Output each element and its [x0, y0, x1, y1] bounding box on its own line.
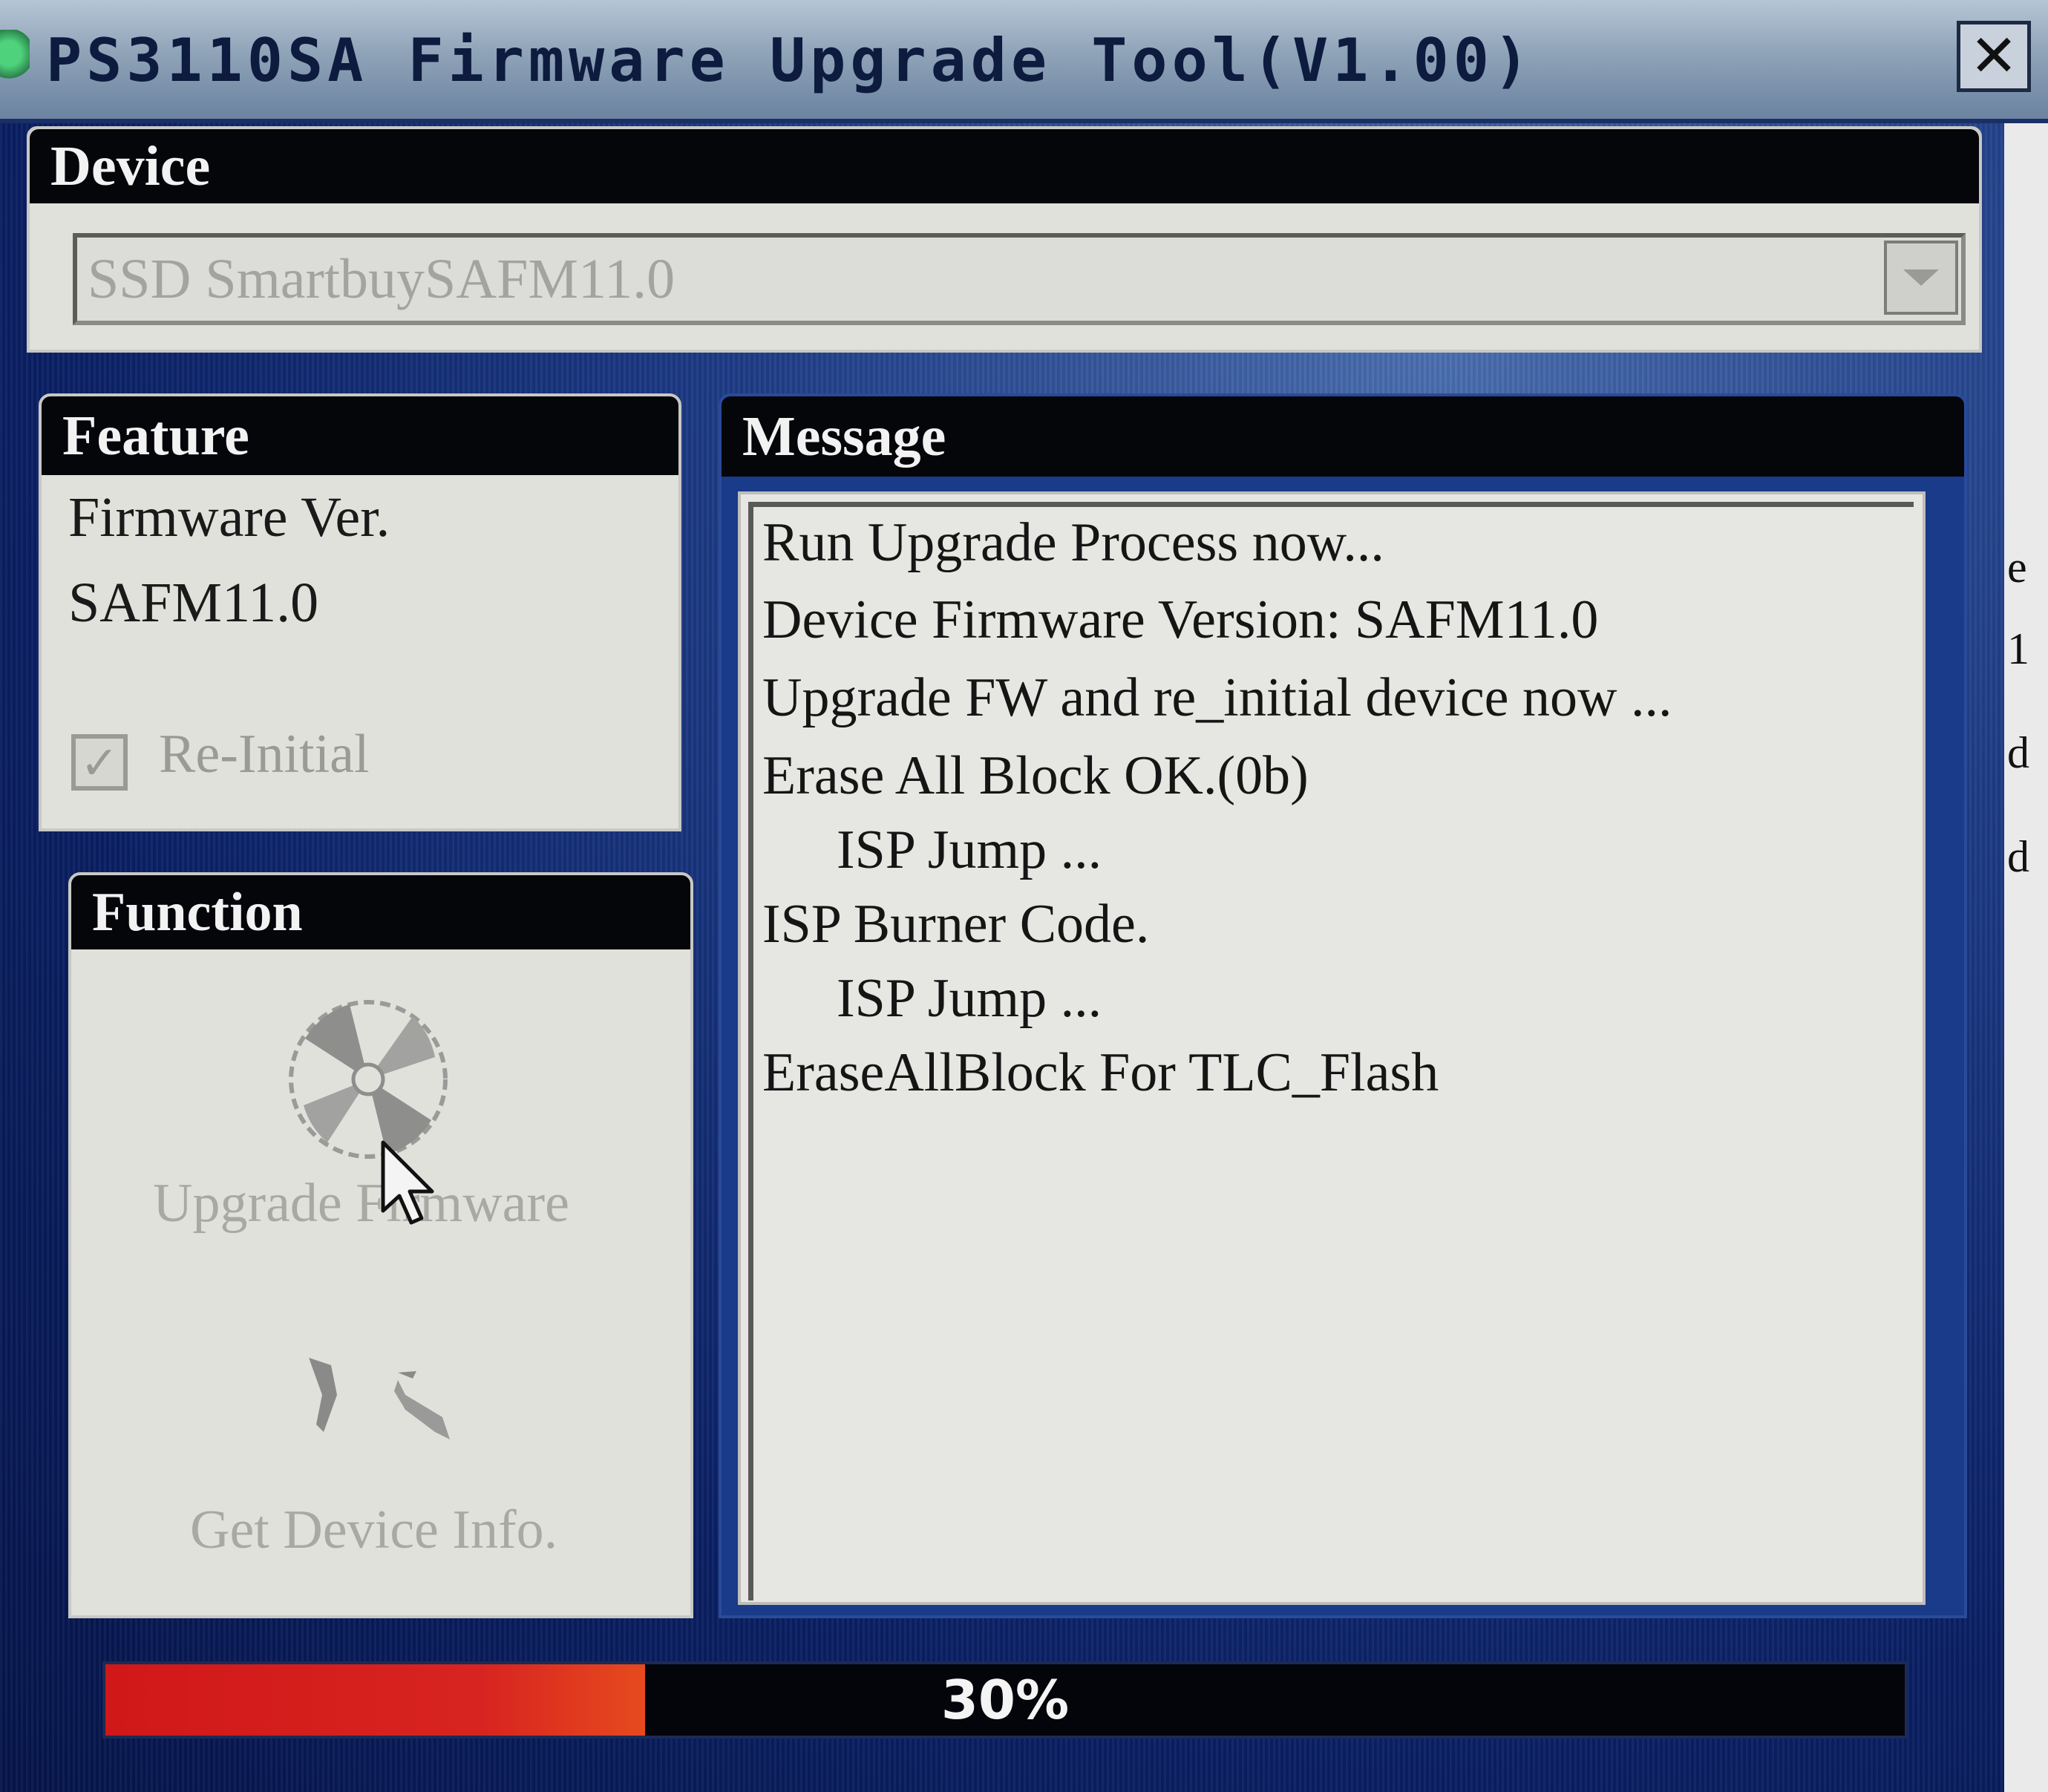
edge-letter: d [2007, 832, 2029, 881]
edge-letter: e [2007, 543, 2027, 592]
progress-label: 30% [940, 1669, 1070, 1731]
message-log[interactable]: Run Upgrade Process now... Device Firmwa… [738, 491, 1926, 1605]
log-line: Device Firmware Version: SAFM11.0 [762, 589, 1599, 650]
log-line: ISP Burner Code. [762, 894, 1150, 955]
edge-letter: 1 [2007, 624, 2029, 673]
device-header: Device [30, 129, 1979, 203]
close-button[interactable]: ✕ [1957, 21, 2031, 92]
firmware-version-label: Firmware Ver. [68, 486, 390, 549]
upgrade-firmware-label[interactable]: Upgrade Firmware [153, 1172, 569, 1235]
device-panel: Device SSD SmartbuySAFM11.0 [27, 126, 1982, 353]
feature-panel: Feature Firmware Ver. SAFM11.0 ✓ Re-Init… [39, 393, 681, 831]
reinitial-label: Re-Initial [159, 724, 370, 785]
function-header: Function [71, 875, 690, 949]
log-line: ISP Jump ... [837, 968, 1102, 1029]
log-line: ISP Jump ... [837, 820, 1102, 880]
device-select[interactable]: SSD SmartbuySAFM11.0 [73, 233, 1966, 325]
message-header: Message [722, 396, 1964, 477]
checkmark-icon: ✓ [80, 735, 119, 790]
tools-icon[interactable] [294, 1350, 465, 1465]
edge-letter: d [2007, 728, 2029, 777]
log-line: Upgrade FW and re_initial device now ... [762, 667, 1672, 728]
get-device-info-label[interactable]: Get Device Info. [190, 1499, 557, 1562]
reinitial-checkbox[interactable]: ✓ [71, 734, 128, 791]
message-panel: Message Run Upgrade Process now... Devic… [719, 393, 1967, 1618]
title-bar[interactable]: PS3110SA Firmware Upgrade Tool(V1.00) ✕ [0, 0, 2048, 123]
log-line: EraseAllBlock For TLC_Flash [762, 1042, 1439, 1103]
chevron-down-icon [1903, 269, 1939, 286]
mouse-pointer-icon [380, 1139, 439, 1232]
feature-header: Feature [42, 396, 678, 475]
background-window-edge: e 1 d d [2004, 119, 2048, 1792]
window-title: PS3110SA Firmware Upgrade Tool(V1.00) [46, 26, 1534, 95]
app-icon [0, 30, 30, 89]
firmware-version-value: SAFM11.0 [68, 572, 319, 634]
message-log-inner: Run Upgrade Process now... Device Firmwa… [748, 502, 1914, 1600]
function-panel: Function Upgrade Firmware Get Device Inf… [68, 872, 693, 1618]
dropdown-button[interactable] [1884, 241, 1958, 315]
app-window: e 1 d d PS3110SA Firmware Upgrade Tool(V… [0, 0, 2048, 1792]
log-line: Run Upgrade Process now... [762, 512, 1384, 573]
progress-bar: 30% [102, 1661, 1908, 1739]
device-select-value: SSD SmartbuySAFM11.0 [88, 248, 675, 310]
close-icon: ✕ [1969, 23, 2018, 90]
log-line: Erase All Block OK.(0b) [762, 745, 1309, 806]
